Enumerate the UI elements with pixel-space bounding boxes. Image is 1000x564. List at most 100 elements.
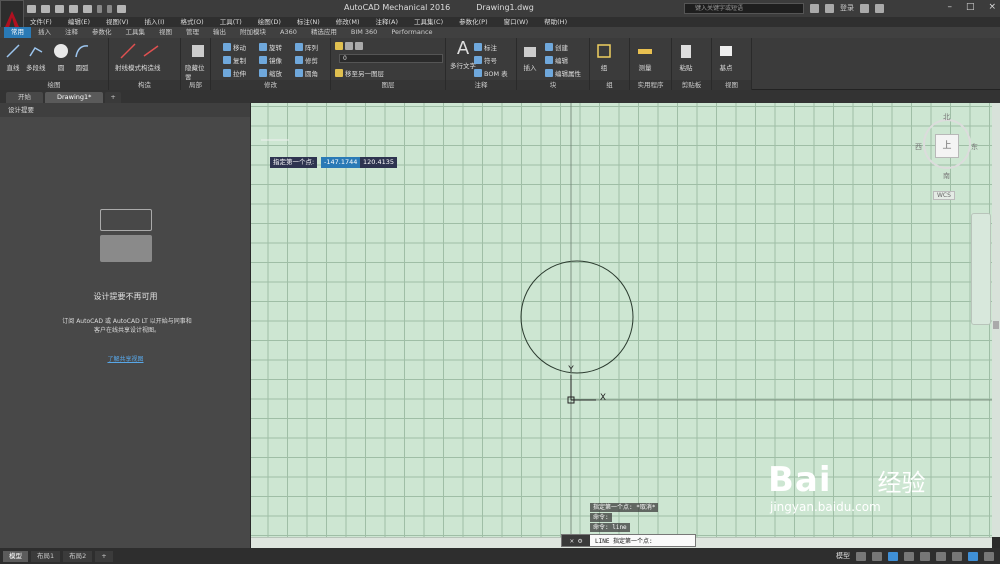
polyline-tool[interactable]: 多段线	[26, 42, 46, 72]
ortho-icon[interactable]	[888, 551, 898, 561]
minimize-icon[interactable]: –	[947, 2, 952, 12]
ribbon-tab[interactable]: Performance	[384, 27, 439, 38]
tab-layout1[interactable]: 布局1	[31, 550, 61, 562]
hide-tool[interactable]: 隐藏位置	[185, 42, 210, 82]
ribbon-tab[interactable]: 精选应用	[304, 27, 344, 38]
scale-tool[interactable]: 缩放	[259, 68, 282, 78]
exchange-apps-icon[interactable]	[860, 3, 869, 13]
polar-icon[interactable]	[904, 551, 914, 561]
group-tool[interactable]: 组	[595, 42, 613, 72]
osnap-icon[interactable]	[920, 551, 930, 561]
undo-icon[interactable]	[97, 4, 102, 13]
clipboard-panel-title[interactable]: 剪贴板	[672, 80, 711, 90]
workspace-switch-icon[interactable]	[952, 551, 962, 561]
layer-state-icon[interactable]	[345, 42, 353, 50]
rotate-tool[interactable]: 旋转	[259, 42, 282, 52]
menu-item[interactable]: 工具(T)	[220, 17, 242, 27]
vertical-scrollbar[interactable]	[992, 103, 1000, 537]
command-line[interactable]: ✕ ⚙ LINE 指定第一个点:	[561, 534, 696, 547]
vertical-scroll-thumb[interactable]	[993, 321, 999, 329]
arc-tool[interactable]: 圆弧	[73, 42, 91, 72]
close-icon[interactable]: ×	[988, 2, 996, 12]
add-layout-button[interactable]: +	[95, 550, 113, 562]
grid-icon[interactable]	[856, 551, 866, 561]
edit-attributes-tool[interactable]: 编辑属性	[545, 68, 581, 78]
workspace-icon[interactable]	[117, 4, 126, 13]
new-file-icon[interactable]	[27, 4, 36, 13]
compass-west[interactable]: 西	[915, 142, 922, 152]
sign-in-link[interactable]: 登录	[840, 3, 854, 13]
draw-panel-title[interactable]: 绘图	[0, 80, 108, 90]
move-to-layer-tool[interactable]: 移至另一图层	[335, 68, 384, 78]
layer-dropdown[interactable]: 0	[339, 54, 443, 63]
dimension-tool[interactable]: 标注	[474, 42, 497, 52]
group-panel-title[interactable]: 组	[590, 80, 629, 90]
layers-panel-title[interactable]: 图层	[331, 80, 445, 90]
ribbon-tab[interactable]: A360	[273, 27, 304, 38]
new-tab-button[interactable]: +	[105, 92, 121, 103]
navigation-bar[interactable]	[971, 213, 991, 325]
menu-item[interactable]: 格式(O)	[181, 17, 204, 27]
menu-item[interactable]: 编辑(E)	[68, 17, 90, 27]
viewcube-top-face[interactable]: 上	[935, 134, 959, 158]
trim-tool[interactable]: 修剪	[295, 55, 318, 65]
command-prompt[interactable]: LINE 指定第一个点:	[590, 536, 653, 545]
ribbon-tab[interactable]: 管理	[179, 27, 206, 38]
ribbon-tab[interactable]: 插入	[31, 27, 58, 38]
compass-north[interactable]: 北	[943, 112, 950, 122]
stretch-tool[interactable]: 拉伸	[223, 68, 246, 78]
customize-icon[interactable]	[984, 551, 994, 561]
measure-tool[interactable]: 测量	[636, 42, 654, 72]
save-icon[interactable]	[55, 4, 64, 13]
tab-layout2[interactable]: 布局2	[63, 550, 93, 562]
compass-east[interactable]: 东	[971, 142, 978, 152]
menu-item[interactable]: 视图(V)	[106, 17, 129, 27]
print-icon[interactable]	[83, 4, 92, 13]
paste-tool[interactable]: 粘贴	[677, 42, 695, 72]
drawn-circle[interactable]	[520, 260, 634, 374]
viewcube[interactable]: 北 西 东 南 上 WCS	[915, 109, 989, 200]
redo-icon[interactable]	[107, 4, 112, 13]
search-icon[interactable]	[810, 3, 819, 13]
open-file-icon[interactable]	[41, 4, 50, 13]
learn-shared-views-link[interactable]: 了解共享视图	[0, 354, 251, 363]
move-tool[interactable]: 移动	[223, 42, 246, 52]
wcs-menu[interactable]: WCS	[933, 191, 955, 200]
menu-item[interactable]: 参数化(P)	[459, 17, 488, 27]
menu-item[interactable]: 帮助(H)	[544, 17, 567, 27]
tab-drawing1[interactable]: Drawing1*	[45, 92, 104, 103]
compass-south[interactable]: 南	[943, 171, 950, 181]
menu-item[interactable]: 窗口(W)	[504, 17, 529, 27]
user-icon[interactable]	[825, 3, 834, 13]
utilities-panel-title[interactable]: 实用程序	[630, 80, 671, 90]
ribbon-tab[interactable]: BIM 360	[344, 27, 384, 38]
mtext-tool[interactable]: A 多行文字	[450, 40, 476, 71]
ray-mode-tool[interactable]: 射线模式	[115, 42, 141, 72]
copy-tool[interactable]: 复制	[223, 55, 246, 65]
edit-block-tool[interactable]: 编辑	[545, 55, 568, 65]
model-space-label[interactable]: 模型	[836, 551, 850, 561]
annotation-panel-title[interactable]: 注释	[446, 80, 516, 90]
menu-item[interactable]: 文件(F)	[30, 17, 52, 27]
circle-tool[interactable]: 圆	[52, 42, 70, 72]
modify-panel-title[interactable]: 修改	[211, 80, 330, 90]
annotation-scale-icon[interactable]	[936, 551, 946, 561]
xline-tool[interactable]: 构造线	[141, 42, 161, 72]
isolate-objects-icon[interactable]	[968, 551, 978, 561]
symbol-tool[interactable]: 符号	[474, 55, 497, 65]
insert-block-tool[interactable]: 插入	[521, 42, 539, 72]
search-input[interactable]: 键入关键字或短语	[684, 3, 804, 14]
maximize-icon[interactable]: □	[966, 2, 975, 12]
menu-item[interactable]: 绘图(D)	[258, 17, 281, 27]
detail-panel-title[interactable]: 局部	[181, 80, 210, 90]
create-block-tool[interactable]: 创建	[545, 42, 568, 52]
close-icon[interactable]: ✕	[570, 537, 574, 545]
bom-tool[interactable]: BOM 表	[474, 68, 508, 78]
tab-model[interactable]: 模型	[3, 550, 28, 562]
help-icon[interactable]	[875, 3, 884, 13]
menu-item[interactable]: 注释(A)	[375, 17, 398, 27]
tab-start[interactable]: 开始	[6, 92, 43, 103]
block-panel-title[interactable]: 块	[517, 80, 589, 90]
y-coordinate-input[interactable]: 120.4135	[360, 157, 398, 168]
ribbon-tab[interactable]: 常用	[4, 27, 31, 38]
